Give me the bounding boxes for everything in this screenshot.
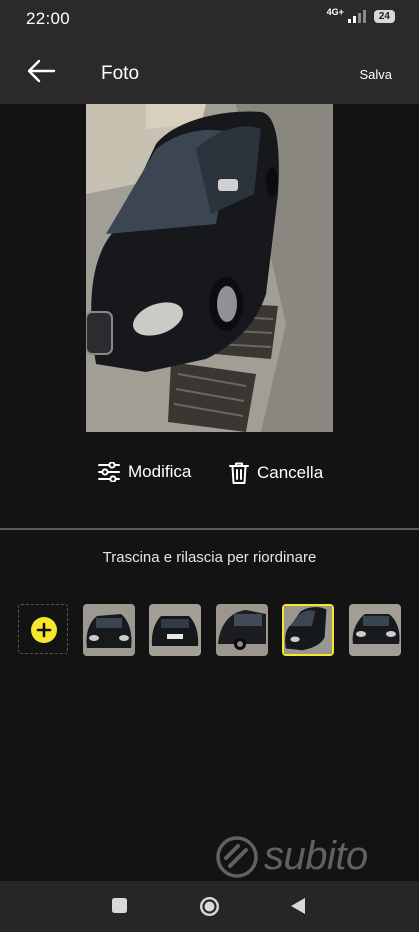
reorder-hint: Trascina e rilascia per riordinare bbox=[102, 549, 317, 566]
status-bar: 22:00 4G+ 24 bbox=[0, 0, 419, 38]
status-time: 22:00 bbox=[26, 9, 71, 28]
delete-label: Cancella bbox=[257, 463, 324, 482]
photo-preview bbox=[86, 104, 333, 432]
photo-thumbnail[interactable] bbox=[216, 604, 268, 656]
delete-button[interactable]: Cancella bbox=[229, 462, 323, 484]
page-title: Foto bbox=[101, 63, 140, 84]
system-nav-bar bbox=[0, 881, 419, 932]
signal-icon bbox=[347, 10, 366, 23]
sliders-icon bbox=[98, 462, 120, 482]
home-button[interactable] bbox=[199, 896, 220, 922]
status-icons: 4G+ 24 bbox=[326, 6, 395, 23]
photo-thumbnail[interactable] bbox=[349, 604, 401, 656]
arrow-left-icon bbox=[27, 59, 56, 83]
add-photo-button[interactable] bbox=[18, 604, 68, 654]
photo-thumbnail-selected[interactable] bbox=[282, 604, 334, 656]
app-bar: Foto Salva bbox=[0, 38, 419, 104]
battery-icon: 24 bbox=[373, 10, 395, 23]
photo-thumbnail[interactable] bbox=[149, 604, 201, 656]
network-type: 4G+ bbox=[326, 6, 344, 17]
edit-label: Modifica bbox=[128, 462, 192, 481]
subito-logo-icon bbox=[216, 835, 258, 878]
trash-icon bbox=[229, 462, 249, 484]
back-button[interactable] bbox=[26, 58, 56, 84]
recents-icon bbox=[112, 898, 127, 913]
subito-watermark: subito bbox=[216, 834, 368, 879]
car-photo bbox=[86, 104, 333, 432]
divider bbox=[0, 528, 419, 530]
home-icon bbox=[199, 896, 220, 917]
plus-circle-icon bbox=[31, 617, 57, 643]
back-triangle-icon bbox=[291, 898, 305, 914]
edit-button[interactable]: Modifica bbox=[98, 462, 191, 482]
watermark-text: subito bbox=[264, 834, 368, 878]
back-nav-button[interactable] bbox=[290, 897, 306, 920]
photo-thumbnail[interactable] bbox=[83, 604, 135, 656]
save-button[interactable]: Salva bbox=[359, 67, 392, 82]
recents-button[interactable] bbox=[111, 897, 128, 919]
